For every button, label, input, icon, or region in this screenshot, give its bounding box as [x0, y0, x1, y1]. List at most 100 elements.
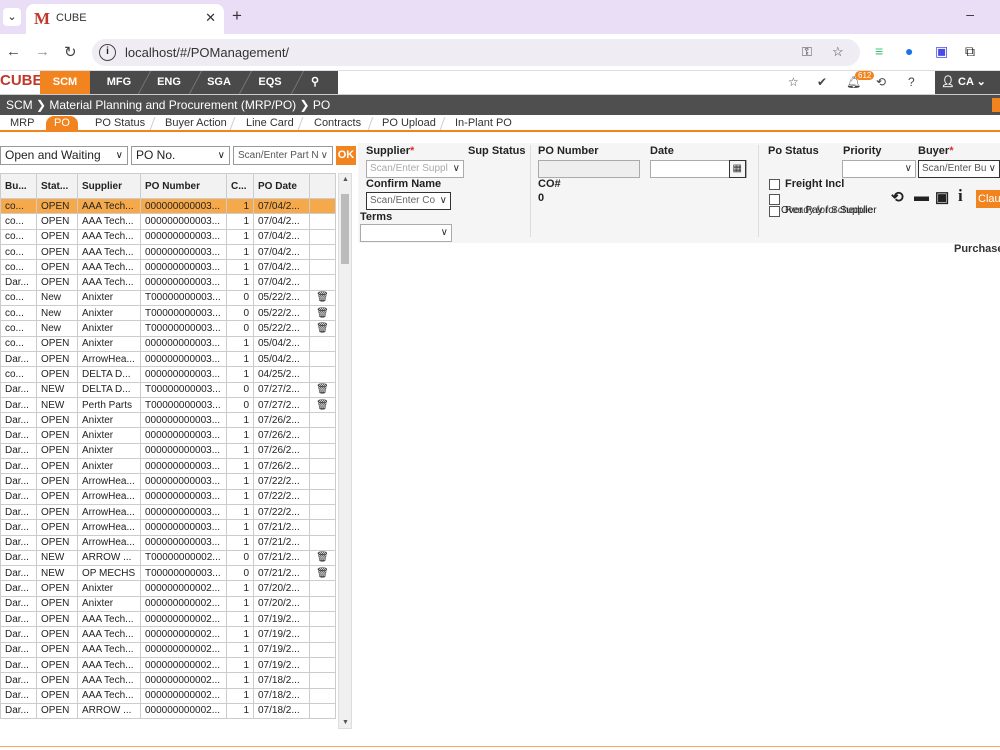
table-row[interactable]: Dar... OPEN AAA Tech... 000000000002... 1 07/… — [0, 641, 336, 658]
module-mfg[interactable]: MFG — [95, 71, 143, 94]
table-row[interactable]: Dar... OPEN Anixter 000000000002... 1 07/20/2… — [0, 595, 336, 613]
table-row[interactable]: co... OPEN Anixter 000000000003... 1 05/04/2.… — [0, 335, 336, 352]
search-by-select[interactable]: PO No. ∨ — [131, 146, 230, 165]
col-bu[interactable]: Bu... — [0, 173, 37, 199]
minimize-icon[interactable]: – — [966, 6, 974, 22]
ready-schedule-checkbox[interactable] — [769, 194, 780, 205]
table-row[interactable]: Dar... OPEN ArrowHea... 000000000003... 1 07/… — [0, 519, 336, 536]
scroll-up-icon[interactable]: ▲ — [342, 176, 349, 183]
supplier-input[interactable]: Scan/Enter Suppl ∨ — [366, 160, 464, 178]
status-filter-select[interactable]: Open and Waiting ∨ — [0, 146, 128, 165]
col-c[interactable]: C... — [226, 173, 254, 199]
new-tab-icon[interactable]: + — [232, 6, 242, 26]
history-action-icon[interactable]: ⟲ — [891, 188, 904, 206]
table-row[interactable]: co... New Anixter T00000000003... 0 05/22/2..… — [0, 320, 336, 337]
table-row[interactable]: Dar... OPEN AAA Tech... 000000000002... 1 07/… — [0, 626, 336, 643]
table-row[interactable]: Dar... OPEN ArrowHea... 000000000003... 1 07/… — [0, 488, 336, 505]
table-row[interactable]: co... OPEN AAA Tech... 000000000003... 1 07/0… — [0, 197, 336, 215]
table-row[interactable]: Dar... OPEN AAA Tech... 000000000002... 1 07/… — [0, 672, 336, 689]
scroll-thumb[interactable] — [341, 194, 349, 264]
user-menu[interactable]: 👤︎ CA ⌄ — [935, 71, 1000, 94]
table-row[interactable]: Dar... OPEN Anixter 000000000003... 1 07/26/2… — [0, 442, 336, 460]
table-row[interactable]: Dar... OPEN AAA Tech... 000000000002... 1 07/… — [0, 656, 336, 674]
module-eng[interactable]: ENG — [145, 71, 193, 94]
verified-check-icon[interactable]: ✔ — [817, 75, 827, 89]
extension-icon[interactable]: ≡ — [875, 43, 883, 59]
col-po-number[interactable]: PO Number — [140, 173, 227, 199]
table-row[interactable]: co... OPEN AAA Tech... 000000000003... 1 07/0… — [0, 243, 336, 261]
calendar-icon[interactable]: ▦ — [728, 160, 746, 178]
comment-icon[interactable]: ▬ — [914, 188, 929, 205]
trash-icon[interactable]: 🗑︎ — [316, 384, 329, 395]
grid-scrollbar[interactable]: ▲ ▼ — [338, 173, 352, 729]
buyer-input[interactable]: Scan/Enter Bu ∨ — [918, 160, 1000, 178]
table-row[interactable]: Dar... NEW DELTA D... T00000000003... 0 07/27… — [0, 381, 336, 398]
tab-search-icon[interactable]: ⌄ — [3, 8, 21, 26]
table-row[interactable]: Dar... OPEN Anixter 000000000003... 1 07/26/2… — [0, 458, 336, 475]
info-icon[interactable]: i — [958, 186, 963, 206]
priority-select[interactable]: ∨ — [842, 160, 916, 178]
table-row[interactable]: Dar... OPEN ArrowHea... 000000000003... 1 07/… — [0, 473, 336, 490]
tab-po-status[interactable]: PO Status — [95, 117, 145, 129]
module-sga[interactable]: SGA — [195, 71, 243, 94]
tab-buyer-action[interactable]: Buyer Action — [165, 117, 227, 129]
trash-icon[interactable]: 🗑︎ — [316, 308, 329, 319]
clau-button[interactable]: Clau — [976, 190, 1000, 208]
col-po-date[interactable]: PO Date — [253, 173, 310, 199]
tab-line-card[interactable]: Line Card — [246, 117, 294, 129]
tab-close-icon[interactable]: ✕ — [205, 10, 216, 26]
terms-select[interactable]: ∨ — [360, 224, 452, 242]
scroll-down-icon[interactable]: ▼ — [342, 719, 349, 726]
over-pay-checkbox[interactable] — [769, 206, 780, 217]
module-eqs[interactable]: EQS — [245, 71, 295, 94]
site-info-icon[interactable]: i — [99, 44, 116, 61]
help-icon[interactable]: ? — [908, 75, 915, 89]
table-row[interactable]: Dar... OPEN ArrowHea... 000000000003... 1 05/… — [0, 350, 336, 368]
table-row[interactable]: Dar... OPEN ArrowHea... 000000000003... 1 07/… — [0, 503, 336, 521]
table-row[interactable]: Dar... NEW Perth Parts T00000000003... 0 07/2… — [0, 396, 336, 414]
extension-globe-icon[interactable]: ● — [905, 43, 913, 59]
table-row[interactable]: co... OPEN AAA Tech... 000000000003... 1 07/0… — [0, 213, 336, 230]
table-row[interactable]: Dar... OPEN Anixter 000000000002... 1 07/20/2… — [0, 580, 336, 597]
table-row[interactable]: Dar... OPEN ArrowHea... 000000000003... 1 07/… — [0, 534, 336, 551]
history-icon[interactable]: ⟲ — [876, 75, 886, 89]
ok-button[interactable]: OK — [336, 146, 356, 165]
table-row[interactable]: Dar... OPEN Anixter 000000000003... 1 07/26/2… — [0, 412, 336, 429]
browser-tab[interactable]: M CUBE ✕ — [26, 4, 224, 34]
table-row[interactable]: co... OPEN DELTA D... 000000000003... 1 04/25… — [0, 366, 336, 383]
table-row[interactable]: Dar... OPEN AAA Tech... 000000000002... 1 07/… — [0, 687, 336, 704]
col-supplier[interactable]: Supplier — [77, 173, 141, 199]
trash-icon[interactable]: 🗑︎ — [316, 323, 329, 334]
trash-icon[interactable]: 🗑︎ — [316, 292, 329, 303]
table-row[interactable]: Dar... OPEN AAA Tech... 000000000003... 1 07/… — [0, 274, 336, 291]
tab-contracts[interactable]: Contracts — [314, 117, 361, 129]
freight-incl-checkbox[interactable] — [769, 179, 780, 190]
date-input[interactable]: ▦ — [650, 160, 747, 178]
part-search-input[interactable]: Scan/Enter Part N ∨ — [233, 146, 333, 165]
po-number-input[interactable] — [538, 160, 640, 178]
table-row[interactable]: co... New Anixter T00000000003... 0 05/22/2..… — [0, 289, 336, 307]
contact-card-icon[interactable]: ▣ — [935, 188, 949, 206]
confirm-name-input[interactable]: Scan/Enter Co ∨ — [366, 192, 451, 210]
module-scm[interactable]: SCM — [40, 71, 90, 94]
tab-in-plant-po[interactable]: In-Plant PO — [455, 117, 512, 129]
back-icon[interactable]: ← — [6, 43, 21, 60]
table-row[interactable]: Dar... NEW ARROW ... T00000000002... 0 07/21/… — [0, 549, 336, 567]
col-status[interactable]: Stat... — [36, 173, 78, 199]
password-key-icon[interactable]: ⚿ — [802, 44, 812, 60]
menu-icon[interactable] — [992, 98, 1000, 112]
table-row[interactable]: Dar... OPEN Anixter 000000000003... 1 07/26/2… — [0, 427, 336, 444]
table-row[interactable]: Dar... OPEN AAA Tech... 000000000002... 1 07/… — [0, 611, 336, 628]
extension-screen-icon[interactable]: ▣ — [935, 43, 948, 60]
url-field[interactable]: i localhost/#/POManagement/ ⚿ ☆ — [92, 39, 860, 66]
bookmark-star-icon[interactable]: ☆ — [832, 44, 844, 60]
table-row[interactable]: Dar... OPEN ARROW ... 000000000002... 1 07/18… — [0, 702, 336, 720]
table-row[interactable]: co... OPEN AAA Tech... 000000000003... 1 07/0… — [0, 259, 336, 276]
search-icon[interactable]: ⚲ — [300, 71, 330, 94]
trash-icon[interactable]: 🗑︎ — [316, 552, 329, 563]
extensions-puzzle-icon[interactable]: ⧉ — [965, 43, 975, 60]
table-row[interactable]: co... OPEN AAA Tech... 000000000003... 1 07/0… — [0, 228, 336, 245]
tab-po[interactable]: PO — [46, 116, 78, 131]
table-row[interactable]: co... New Anixter T00000000003... 0 05/22/2..… — [0, 305, 336, 322]
tab-po-upload[interactable]: PO Upload — [382, 117, 436, 129]
